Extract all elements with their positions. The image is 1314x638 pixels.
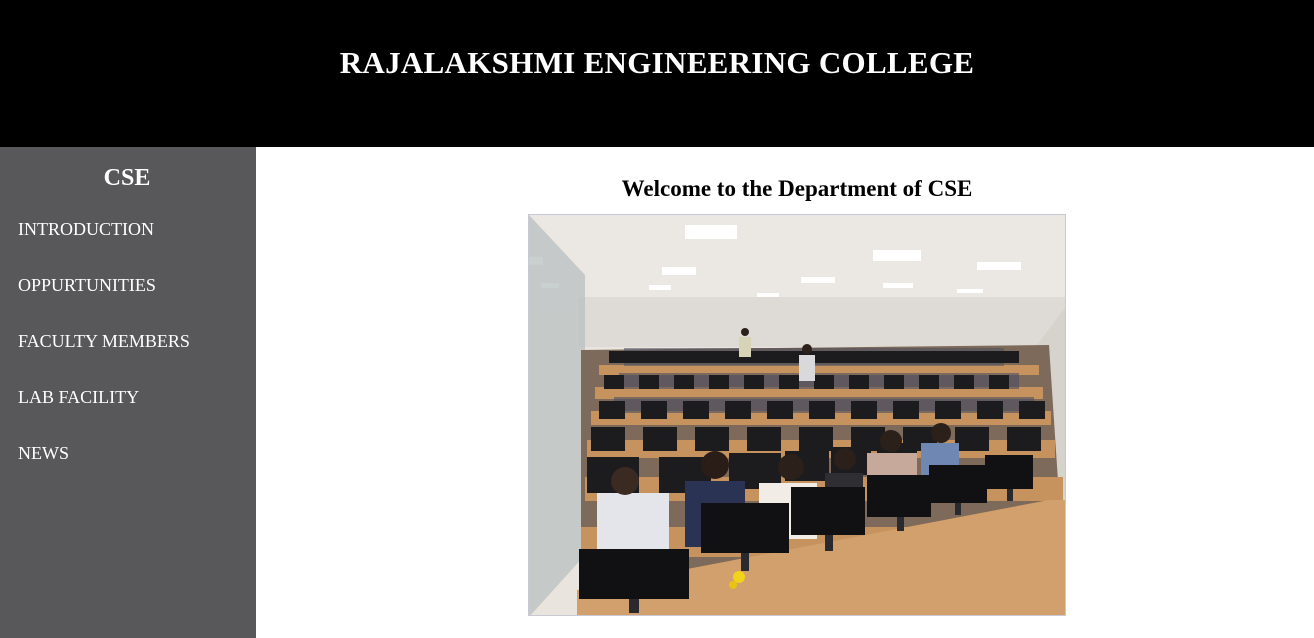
sidebar: CSE INTRODUCTION OPPURTUNITIES FACULTY M… (0, 147, 256, 638)
sidebar-item-faculty-members[interactable]: FACULTY MEMBERS (18, 331, 190, 352)
site-title: RAJALAKSHMI ENGINEERING COLLEGE (339, 45, 975, 80)
site-header: RAJALAKSHMI ENGINEERING COLLEGE (0, 0, 1314, 147)
sidebar-item-lab-facility[interactable]: LAB FACILITY (18, 387, 139, 408)
computer-lab-photo (528, 214, 1066, 616)
sidebar-item-news[interactable]: NEWS (18, 443, 69, 464)
main-content: Welcome to the Department of CSE (256, 147, 1314, 638)
page-title: Welcome to the Department of CSE (621, 176, 973, 201)
sidebar-heading: CSE (103, 165, 151, 191)
sidebar-item-introduction[interactable]: INTRODUCTION (18, 219, 154, 240)
sidebar-item-opportunities[interactable]: OPPURTUNITIES (18, 275, 156, 296)
